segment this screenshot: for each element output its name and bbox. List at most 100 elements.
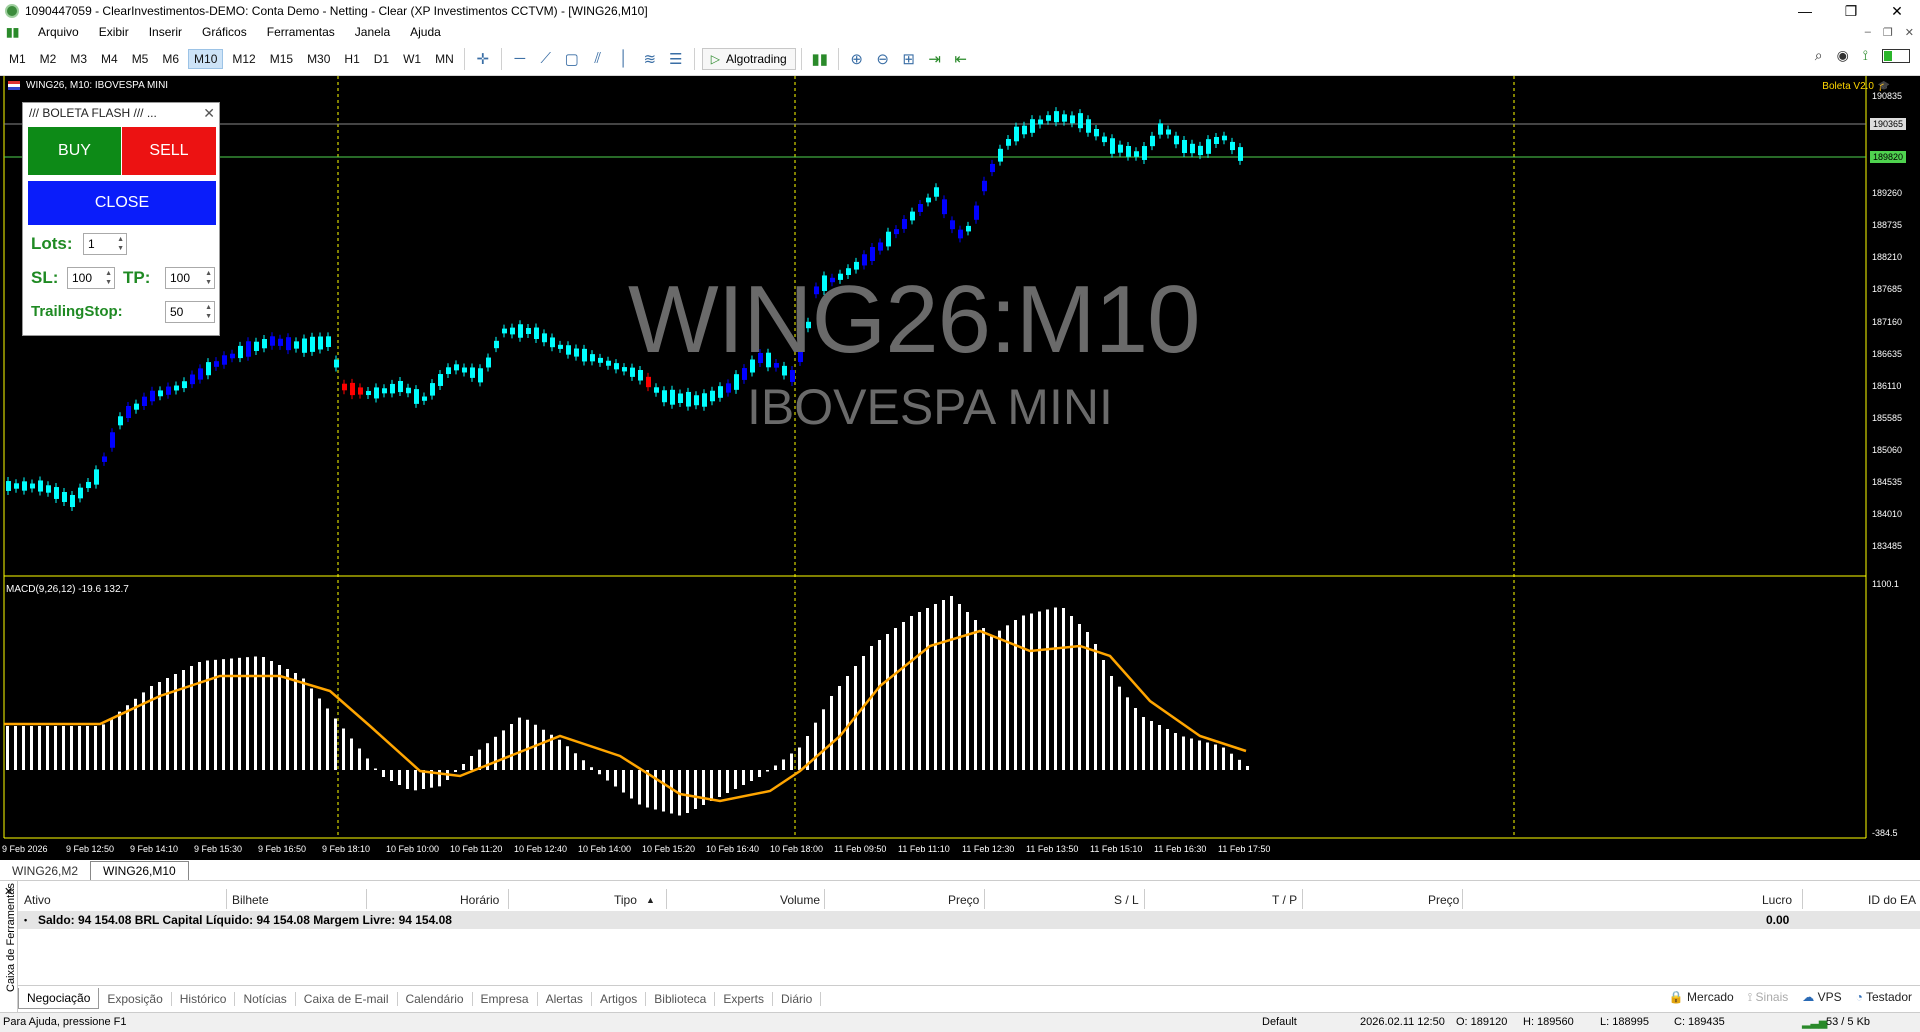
mdi-minimize-icon[interactable]: –	[1865, 26, 1871, 38]
chart-tab-wing26-m2[interactable]: WING26,M2	[0, 862, 90, 880]
candle-body	[246, 341, 251, 357]
tab-empresa[interactable]: Empresa	[473, 991, 538, 1006]
account-icon[interactable]: ◉	[1837, 47, 1849, 64]
timeframe-h1[interactable]: H1	[339, 50, 364, 68]
spinner-icon[interactable]: ▲ ▼	[117, 235, 124, 253]
timeframe-mn[interactable]: MN	[430, 50, 459, 68]
trend-line-icon[interactable]: ⟋	[533, 47, 559, 71]
search-icon[interactable]: ⌕	[1815, 47, 1823, 64]
mdi-close-icon[interactable]: ✕	[1905, 26, 1914, 39]
menu-inserir[interactable]: Inserir	[139, 25, 192, 39]
timeframe-m12[interactable]: M12	[227, 50, 260, 68]
tp-input[interactable]: 100 ▲ ▼	[165, 267, 215, 289]
timeframe-d1[interactable]: D1	[369, 50, 394, 68]
tab-diario[interactable]: Diário	[773, 991, 822, 1006]
tab-biblioteca[interactable]: Biblioteca	[646, 991, 716, 1006]
menu-arquivo[interactable]: Arquivo	[28, 25, 89, 39]
chart-shift-icon[interactable]: ⇤	[948, 47, 974, 71]
macd-histogram-bar	[366, 758, 369, 770]
col-horario[interactable]: Horário	[460, 893, 499, 911]
sl-input[interactable]: 100 ▲ ▼	[67, 267, 115, 289]
rectangle-icon[interactable]: ▢	[559, 47, 585, 71]
menu-ajuda[interactable]: Ajuda	[400, 25, 451, 39]
col-bilhete[interactable]: Bilhete	[232, 893, 269, 911]
menu-exibir[interactable]: Exibir	[89, 25, 139, 39]
menu-ferramentas[interactable]: Ferramentas	[257, 25, 345, 39]
timeframe-m30[interactable]: M30	[302, 50, 335, 68]
timeframe-m15[interactable]: M15	[265, 50, 298, 68]
col-preco-atual[interactable]: Preço	[1428, 893, 1459, 911]
lots-input[interactable]: 1 ▲ ▼	[83, 233, 127, 255]
timeframe-m2[interactable]: M2	[35, 50, 62, 68]
chart-window[interactable]: 190835 189260 188735 188210 187685 187160 1866…	[0, 76, 1920, 860]
mercado-link[interactable]: 🔒 Mercado	[1669, 990, 1734, 1005]
close-position-button[interactable]: CLOSE	[28, 181, 216, 225]
fibonacci-icon[interactable]: ≋	[637, 47, 663, 71]
channel-icon[interactable]: ⫽	[585, 47, 611, 71]
timeframe-w1[interactable]: W1	[398, 50, 426, 68]
col-sl[interactable]: S / L	[1114, 893, 1139, 911]
tab-historico[interactable]: Histórico	[172, 991, 236, 1006]
mdi-restore-icon[interactable]: ❐	[1883, 26, 1893, 39]
timeframe-m4[interactable]: M4	[96, 50, 123, 68]
tab-calendario[interactable]: Calendário	[398, 991, 473, 1006]
zoom-out-icon[interactable]: ⊖	[870, 47, 896, 71]
tab-negociacao[interactable]: Negociação	[18, 988, 100, 1009]
col-preco[interactable]: Preço	[948, 893, 979, 911]
col-tipo[interactable]: Tipo	[614, 893, 637, 911]
crosshair-icon[interactable]: ✛	[470, 47, 496, 71]
vps-link[interactable]: ☁ VPS	[1802, 990, 1841, 1005]
balance-row[interactable]: • Saldo: 94 154.08 BRL Capital Líquido: …	[18, 911, 1920, 929]
zoom-in-icon[interactable]: ⊕	[844, 47, 870, 71]
restore-button[interactable]: ❐	[1828, 0, 1874, 22]
signal-icon[interactable]: ⟟	[1863, 47, 1868, 64]
grid-icon[interactable]: ⊞	[896, 47, 922, 71]
spinner-icon[interactable]: ▲ ▼	[205, 303, 212, 321]
candle-chart-icon[interactable]: ▮▮	[807, 47, 833, 71]
col-volume[interactable]: Volume	[780, 893, 820, 911]
spinner-icon[interactable]: ▲ ▼	[105, 269, 112, 287]
horizontal-line-icon[interactable]: ─	[507, 47, 533, 71]
boleta-flash-panel[interactable]: /// BOLETA FLASH /// ... ✕ BUY SELL CLOS…	[22, 102, 220, 336]
tab-noticias[interactable]: Notícias	[235, 991, 296, 1006]
boleta-close-icon[interactable]: ✕	[203, 105, 215, 122]
menu-graficos[interactable]: Gráficos	[192, 25, 257, 39]
macd-histogram-bar	[798, 747, 801, 770]
trailing-input[interactable]: 50 ▲ ▼	[165, 301, 215, 323]
timeframe-m1[interactable]: M1	[4, 50, 31, 68]
auto-scroll-icon[interactable]: ⇥	[922, 47, 948, 71]
algotrading-button[interactable]: ▷ Algotrading	[701, 47, 796, 70]
buy-button[interactable]: BUY	[28, 127, 121, 175]
spinner-icon[interactable]: ▲ ▼	[205, 269, 212, 287]
timeframe-m10[interactable]: M10	[188, 48, 224, 69]
col-lucro[interactable]: Lucro	[1762, 893, 1792, 911]
sell-button[interactable]: SELL	[122, 127, 216, 175]
vertical-line-icon[interactable]: │	[611, 47, 637, 71]
testador-link[interactable]: ◔ Testador	[1856, 990, 1912, 1005]
tab-artigos[interactable]: Artigos	[592, 991, 647, 1006]
col-id-ea[interactable]: ID do EA	[1868, 893, 1916, 911]
timeframe-m3[interactable]: M3	[65, 50, 92, 68]
timeframe-m6[interactable]: M6	[157, 50, 184, 68]
col-tp[interactable]: T / P	[1272, 893, 1297, 911]
chart-menu-icon[interactable]: ▮▮	[6, 25, 22, 39]
menu-janela[interactable]: Janela	[345, 25, 400, 39]
candle-body	[414, 389, 419, 404]
chart-tab-wing26-m10[interactable]: WING26,M10	[90, 861, 189, 880]
fibo-fan-icon[interactable]: ☰	[663, 47, 689, 71]
price-axis-label: 186110	[1872, 381, 1901, 391]
tab-experts[interactable]: Experts	[715, 991, 774, 1006]
chart-canvas[interactable]: 190835 189260 188735 188210 187685 187160 1866…	[0, 76, 1920, 860]
tab-caixa-email[interactable]: Caixa de E-mail	[296, 991, 398, 1006]
macd-histogram-bar	[1150, 721, 1153, 770]
col-ativo[interactable]: Ativo	[24, 893, 51, 911]
minimize-button[interactable]: —	[1782, 0, 1828, 22]
close-window-button[interactable]: ✕	[1874, 0, 1920, 22]
sinais-link[interactable]: ⟟ Sinais	[1748, 990, 1789, 1005]
status-profile[interactable]: Default	[1262, 1016, 1297, 1028]
tab-alertas[interactable]: Alertas	[538, 991, 592, 1006]
macd-histogram-bar	[126, 705, 129, 770]
tab-exposicao[interactable]: Exposição	[99, 991, 172, 1006]
candle-body	[534, 327, 539, 340]
timeframe-m5[interactable]: M5	[127, 50, 154, 68]
